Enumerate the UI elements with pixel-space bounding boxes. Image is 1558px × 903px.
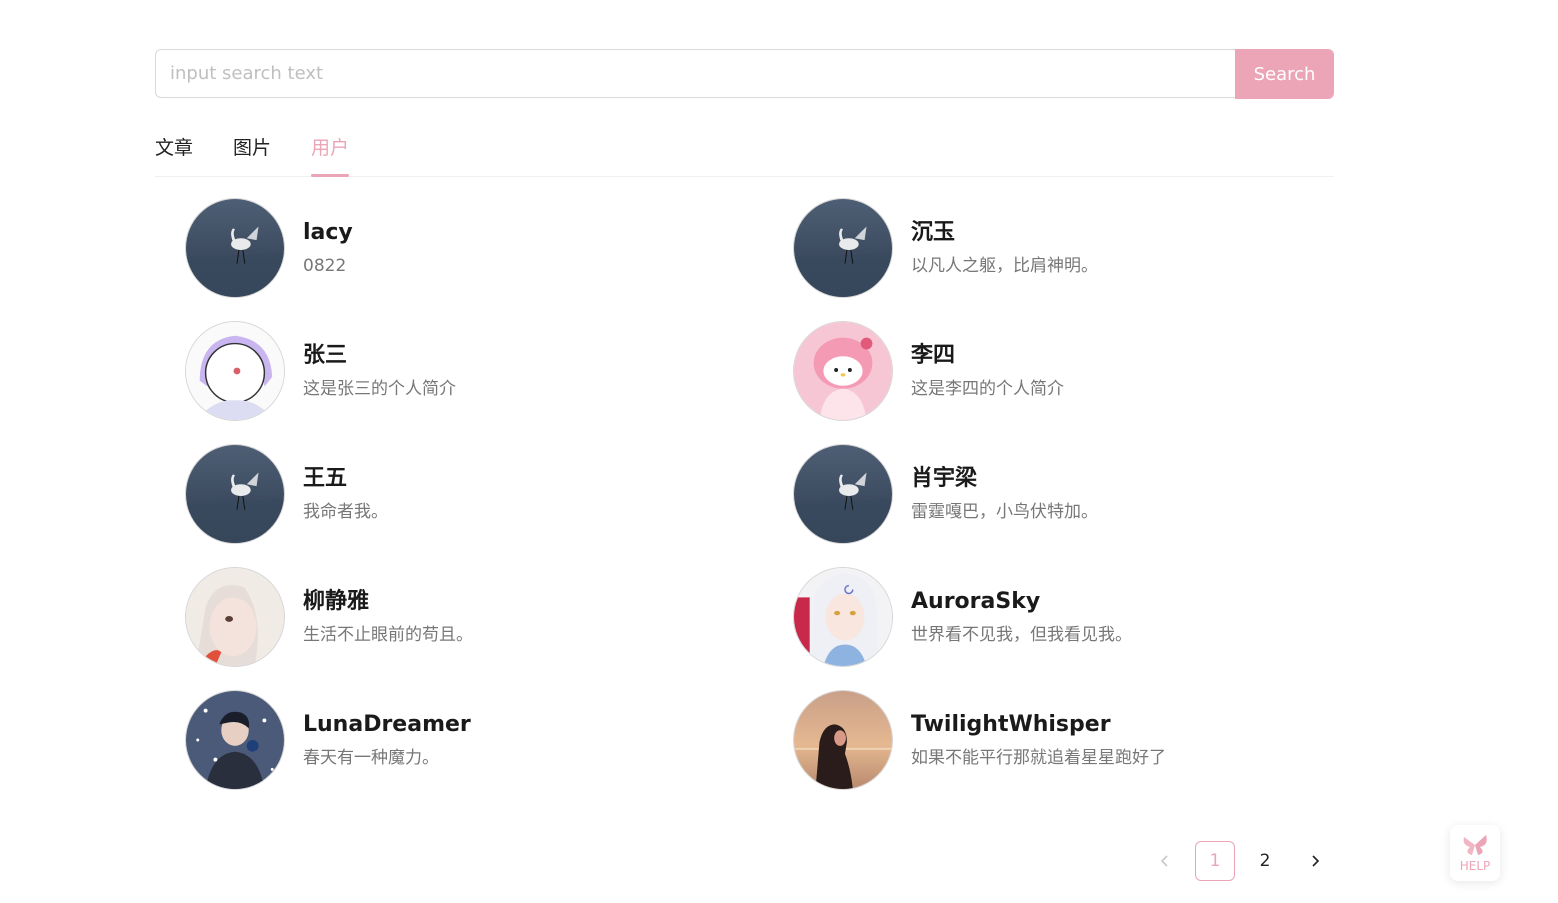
user-bio: 这是张三的个人简介	[303, 379, 456, 399]
help-label: HELP	[1459, 859, 1491, 873]
user-name: LunaDreamer	[303, 712, 471, 737]
user-bio: 雷霆嘎巴，小鸟伏特加。	[911, 502, 1098, 522]
user-card[interactable]: 肖宇梁 雷霆嘎巴，小鸟伏特加。	[793, 444, 1353, 544]
search-bar: Search	[155, 49, 1334, 99]
user-card[interactable]: LunaDreamer 春天有一种魔力。	[185, 690, 745, 790]
user-card[interactable]: lacy 0822	[185, 198, 745, 298]
pagination-next-button[interactable]	[1295, 841, 1335, 881]
user-bio: 我命者我。	[303, 502, 388, 522]
user-card[interactable]: 张三 这是张三的个人简介	[185, 321, 745, 421]
user-bio: 生活不止眼前的苟且。	[303, 625, 473, 645]
search-input[interactable]	[155, 49, 1235, 98]
user-card[interactable]: 沉玉 以凡人之躯，比肩神明。	[793, 198, 1353, 298]
search-button[interactable]: Search	[1235, 49, 1334, 99]
user-name: 沉玉	[911, 220, 956, 245]
user-card[interactable]: 柳静雅 生活不止眼前的苟且。	[185, 567, 745, 667]
pagination-prev-button[interactable]	[1145, 841, 1185, 881]
search-results-page: Search 文章 图片 用户 lacy	[0, 0, 1558, 903]
chevron-left-icon	[1160, 855, 1168, 867]
cartoon-rainbow-character-avatar	[185, 321, 285, 421]
heron-lake-avatar	[793, 444, 893, 544]
user-info: 王五 我命者我。	[303, 464, 388, 524]
heron-lake-avatar	[793, 198, 893, 298]
user-info: LunaDreamer 春天有一种魔力。	[303, 710, 471, 770]
user-name: 肖宇梁	[911, 466, 978, 491]
user-card[interactable]: 王五 我命者我。	[185, 444, 745, 544]
help-button[interactable]: HELP	[1450, 825, 1500, 881]
user-info: TwilightWhisper 如果不能平行那就追着星星跑好了	[911, 710, 1166, 770]
man-in-snow-avatar	[185, 690, 285, 790]
anime-girl-white-hair-avatar	[793, 567, 893, 667]
pink-bunny-character-avatar	[793, 321, 893, 421]
user-name: 张三	[303, 343, 348, 368]
heron-lake-avatar	[185, 444, 285, 544]
user-bio: 如果不能平行那就追着星星跑好了	[911, 748, 1166, 768]
user-name: TwilightWhisper	[911, 712, 1111, 737]
page-2-button[interactable]: 2	[1245, 841, 1285, 881]
butterfly-icon	[1463, 835, 1487, 855]
page-1-button[interactable]: 1	[1195, 841, 1235, 881]
user-card[interactable]: TwilightWhisper 如果不能平行那就追着星星跑好了	[793, 690, 1353, 790]
user-info: 柳静雅 生活不止眼前的苟且。	[303, 587, 473, 647]
user-bio: 0822	[303, 256, 347, 276]
result-type-tabs: 文章 图片 用户	[155, 128, 1334, 177]
tab-users[interactable]: 用户	[311, 128, 350, 177]
user-info: 张三 这是张三的个人简介	[303, 341, 456, 401]
user-bio: 这是李四的个人简介	[911, 379, 1064, 399]
user-info: 李四 这是李四的个人简介	[911, 341, 1064, 401]
user-name: AuroraSky	[911, 589, 1041, 614]
user-info: 肖宇梁 雷霆嘎巴，小鸟伏特加。	[911, 464, 1098, 524]
chevron-right-icon	[1312, 855, 1320, 867]
user-name: 王五	[303, 466, 348, 491]
user-bio: 以凡人之躯，比肩神明。	[911, 256, 1098, 276]
anime-girl-pale-avatar	[185, 567, 285, 667]
user-name: 柳静雅	[303, 589, 370, 614]
user-info: lacy 0822	[303, 218, 353, 278]
girl-at-sunset-avatar	[793, 690, 893, 790]
user-card[interactable]: 李四 这是李四的个人简介	[793, 321, 1353, 421]
user-info: AuroraSky 世界看不见我，但我看见我。	[911, 587, 1132, 647]
user-card[interactable]: AuroraSky 世界看不见我，但我看见我。	[793, 567, 1353, 667]
user-bio: 世界看不见我，但我看见我。	[911, 625, 1132, 645]
user-name: 李四	[911, 343, 956, 368]
tab-articles[interactable]: 文章	[155, 128, 193, 176]
tab-images[interactable]: 图片	[233, 128, 271, 176]
heron-lake-avatar	[185, 198, 285, 298]
user-name: lacy	[303, 220, 353, 245]
user-bio: 春天有一种魔力。	[303, 748, 439, 768]
pagination: 1 2	[1145, 841, 1345, 881]
user-info: 沉玉 以凡人之躯，比肩神明。	[911, 218, 1098, 278]
